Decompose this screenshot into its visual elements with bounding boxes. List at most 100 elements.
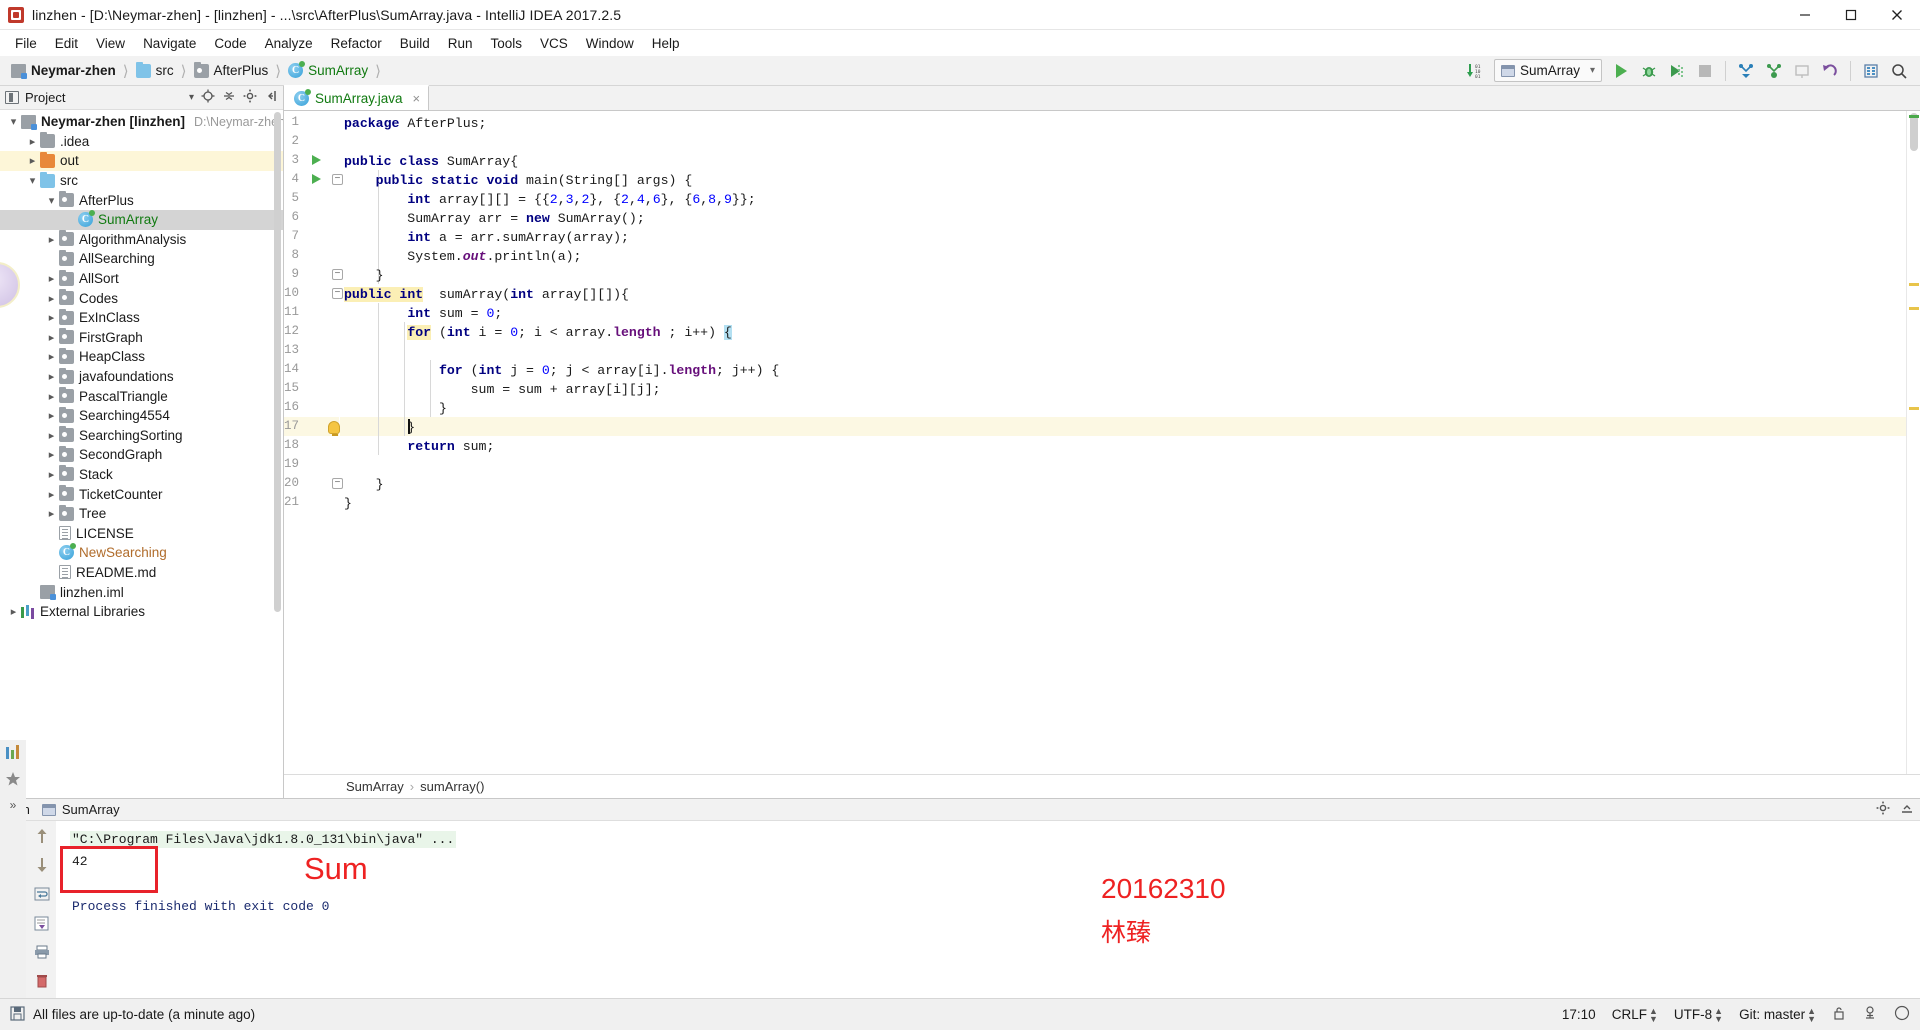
project-tree-scrollbar[interactable] <box>273 112 282 632</box>
lock-icon[interactable] <box>1832 1006 1846 1024</box>
menu-view[interactable]: View <box>87 33 134 54</box>
locate-icon[interactable] <box>201 89 215 106</box>
search-everywhere-button[interactable] <box>1886 59 1912 83</box>
breadcrumb-item-class[interactable]: C SumArray <box>285 61 371 79</box>
twisty-collapsed-icon[interactable]: ▸ <box>44 233 59 246</box>
run-with-coverage-button[interactable] <box>1664 59 1690 83</box>
code-line[interactable]: public class SumArray{ <box>344 152 518 171</box>
close-button[interactable] <box>1874 0 1920 30</box>
gear-icon[interactable] <box>243 89 257 106</box>
intention-bulb-icon[interactable] <box>328 421 340 436</box>
tree-item[interactable]: ▸ AllSort <box>0 269 283 289</box>
twisty-collapsed-icon[interactable]: ▸ <box>44 331 59 344</box>
breadcrumb-item-package[interactable]: AfterPlus <box>191 61 272 79</box>
twisty-collapsed-icon[interactable]: ▸ <box>44 370 59 383</box>
twisty-collapsed-icon[interactable]: ▸ <box>44 507 59 520</box>
project-tree[interactable]: ▾ Neymar-zhen [linzhen] D:\Neymar-zhen ▸ .id… <box>0 110 283 798</box>
twisty-collapsed-icon[interactable]: ▸ <box>44 468 59 481</box>
breadcrumb-method[interactable]: sumArray() <box>420 779 484 794</box>
hide-panel-icon[interactable] <box>1900 801 1914 818</box>
caret-position[interactable]: 17:10 <box>1562 1007 1596 1022</box>
menu-refactor[interactable]: Refactor <box>322 33 391 54</box>
menu-vcs[interactable]: VCS <box>531 33 577 54</box>
code-line[interactable]: sum = sum + array[i][j]; <box>344 380 661 399</box>
commit-button[interactable] <box>1761 59 1787 83</box>
gear-icon[interactable] <box>1876 801 1890 818</box>
tree-item[interactable]: C NewSearching <box>0 543 283 563</box>
inspections-icon[interactable] <box>1862 1005 1878 1024</box>
update-app-button[interactable] <box>1733 59 1759 83</box>
tree-item[interactable]: ▸ Stack <box>0 465 283 485</box>
code-area[interactable]: package AfterPlus; public class SumArray{… <box>340 111 1906 774</box>
code-line[interactable]: int sum = 0; <box>344 304 502 323</box>
encoding-indicator[interactable]: UTF-8 ▲ ▼ <box>1674 1006 1723 1023</box>
expand-rail-button[interactable]: » <box>4 796 22 814</box>
code-line[interactable]: } <box>344 266 384 285</box>
run-button[interactable] <box>1608 59 1634 83</box>
tree-item[interactable]: ▸ Tree <box>0 504 283 524</box>
menu-code[interactable]: Code <box>205 33 255 54</box>
editor-marker-bar[interactable] <box>1906 111 1920 774</box>
push-button[interactable] <box>1789 59 1815 83</box>
line-separator-indicator[interactable]: CRLF ▲ ▼ <box>1612 1006 1658 1023</box>
update-project-button[interactable]: 01 10 01 <box>1462 59 1488 83</box>
tree-item[interactable]: ▸ PascalTriangle <box>0 386 283 406</box>
menu-edit[interactable]: Edit <box>46 33 87 54</box>
code-line[interactable]: SumArray arr = new SumArray(); <box>344 209 644 228</box>
print-button[interactable] <box>32 942 52 962</box>
tree-item[interactable]: ▸ out <box>0 151 283 171</box>
breadcrumb-item-src[interactable]: src <box>133 61 177 79</box>
code-line[interactable]: } <box>344 494 352 513</box>
twisty-collapsed-icon[interactable]: ▸ <box>44 390 59 403</box>
chevron-down-icon[interactable]: ▾ <box>189 92 194 103</box>
twisty-collapsed-icon[interactable]: ▸ <box>44 448 59 461</box>
tree-item[interactable]: C SumArray <box>0 209 283 230</box>
breadcrumb-class[interactable]: SumArray <box>346 779 404 794</box>
twisty-collapsed-icon[interactable]: ▸ <box>44 409 59 422</box>
code-line[interactable]: int array[][] = {{2,3,2}, {2,4,6}, {6,8,… <box>344 190 755 209</box>
code-line[interactable]: for (int i = 0; i < array.length ; i++) … <box>344 323 732 342</box>
tree-item[interactable]: ▸ Searching4554 <box>0 406 283 426</box>
event-log-icon[interactable] <box>1894 1005 1910 1024</box>
menu-run[interactable]: Run <box>439 33 482 54</box>
menu-help[interactable]: Help <box>643 33 689 54</box>
tree-item[interactable]: LICENSE <box>0 523 283 543</box>
structure-button[interactable] <box>4 744 22 762</box>
twisty-collapsed-icon[interactable]: ▸ <box>25 135 40 148</box>
settings-button[interactable] <box>1858 59 1884 83</box>
tree-item[interactable]: README.md <box>0 563 283 583</box>
run-tab-label[interactable]: SumArray <box>62 802 120 817</box>
soft-wrap-button[interactable] <box>32 884 52 904</box>
run-class-gutter-icon[interactable] <box>312 155 321 165</box>
tree-item[interactable]: ▸ TicketCounter <box>0 484 283 504</box>
clear-all-button[interactable] <box>32 971 52 991</box>
tree-item[interactable]: linzhen.iml <box>0 582 283 602</box>
hide-panel-icon[interactable] <box>264 89 278 106</box>
tree-item[interactable]: AllSearching <box>0 249 283 269</box>
menu-navigate[interactable]: Navigate <box>134 33 205 54</box>
twisty-expanded-icon[interactable]: ▾ <box>6 115 21 128</box>
code-line[interactable]: for (int j = 0; j < array[i].length; j++… <box>344 361 779 380</box>
twisty-collapsed-icon[interactable]: ▸ <box>6 605 21 618</box>
tree-item[interactable]: ▸ .idea <box>0 132 283 152</box>
git-branch-indicator[interactable]: Git: master ▲ ▼ <box>1739 1006 1816 1023</box>
code-line[interactable]: int a = arr.sumArray(array); <box>344 228 629 247</box>
run-configuration-selector[interactable]: SumArray ▾ <box>1494 59 1602 82</box>
tree-item[interactable]: ▾ Neymar-zhen [linzhen] D:\Neymar-zhen <box>0 112 283 132</box>
tree-item[interactable]: ▸ FirstGraph <box>0 328 283 348</box>
maximize-button[interactable] <box>1828 0 1874 30</box>
tree-item[interactable]: ▸ External Libraries <box>0 602 283 622</box>
menu-tools[interactable]: Tools <box>482 33 532 54</box>
tree-item[interactable]: ▾ src <box>0 171 283 191</box>
editor-body[interactable]: 1 2 3 4 5 6 7 8 9 10 11 12 13 14 15 16 17 18 19 20 21− − − − pa… <box>284 111 1920 774</box>
scroll-down-button[interactable] <box>32 855 52 875</box>
code-line[interactable]: return sum; <box>344 437 494 456</box>
editor-tab-sumarray[interactable]: C SumArray.java × <box>284 85 430 110</box>
code-line[interactable]: } <box>344 475 384 494</box>
code-line[interactable]: public int sumArray(int array[][]){ <box>344 285 629 304</box>
rollback-button[interactable] <box>1817 59 1843 83</box>
run-console[interactable]: "C:\Program Files\Java\jdk1.8.0_131\bin\… <box>56 821 1920 1018</box>
scroll-to-end-button[interactable] <box>32 913 52 933</box>
close-icon[interactable]: × <box>413 91 421 106</box>
menu-build[interactable]: Build <box>391 33 439 54</box>
